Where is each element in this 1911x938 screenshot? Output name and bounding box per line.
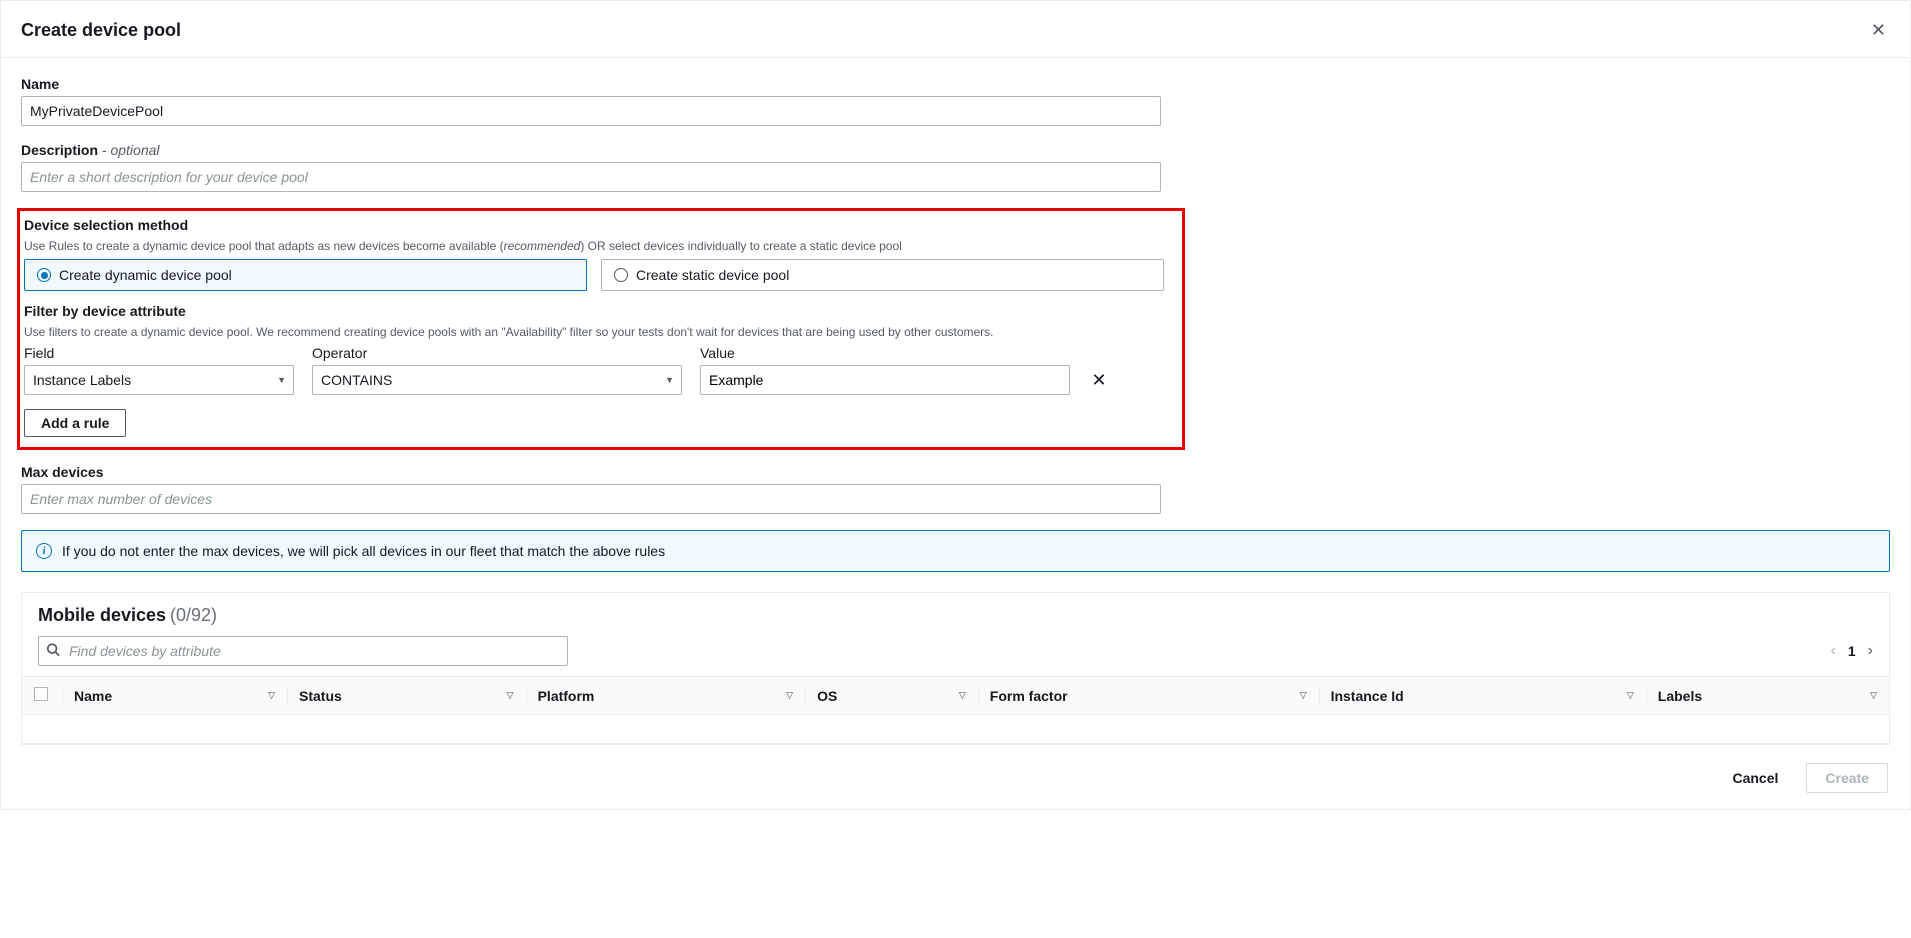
info-bar: i If you do not enter the max devices, w… [21,530,1890,572]
cancel-button[interactable]: Cancel [1714,763,1796,793]
add-rule-button[interactable]: Add a rule [24,409,126,437]
field-value: Instance Labels [33,372,131,388]
col-status[interactable]: Status▽ [287,677,526,715]
max-devices-label: Max devices [21,464,104,480]
operator-select[interactable]: CONTAINS ▼ [312,365,682,395]
radio-dynamic-label: Create dynamic device pool [59,267,232,283]
radio-row: Create dynamic device pool Create static… [24,259,1164,291]
create-device-pool-modal: Create device pool ✕ Name Description - … [0,0,1911,810]
field-col: Field Instance Labels ▼ [24,345,294,395]
device-selection-block: Device selection method Use Rules to cre… [24,217,1182,291]
info-icon: i [36,543,52,559]
sort-icon: ▽ [268,690,275,701]
devices-header-row: Name▽ Status▽ Platform▽ OS▽ Form factor▽… [22,677,1889,715]
name-label: Name [21,76,59,92]
sort-icon: ▽ [1627,690,1634,701]
col-form-factor[interactable]: Form factor▽ [978,677,1319,715]
radio-static-label: Create static device pool [636,267,789,283]
create-button[interactable]: Create [1806,763,1888,793]
description-input[interactable] [21,162,1161,192]
close-icon[interactable]: ✕ [1867,17,1890,43]
operator-col: Operator CONTAINS ▼ [312,345,682,395]
filter-block: Filter by device attribute Use filters t… [24,303,1182,437]
col-labels[interactable]: Labels▽ [1646,677,1889,715]
devices-toolbar: ‹ 1 › [22,636,1889,676]
modal-title: Create device pool [21,20,181,41]
radio-icon [614,268,628,282]
value-input[interactable] [700,365,1070,395]
table-row [22,715,1889,744]
pager: ‹ 1 › [1831,642,1873,660]
filter-row: Field Instance Labels ▼ Operator CONTAIN… [24,345,1164,395]
description-label: Description [21,142,98,158]
devices-title: Mobile devices [38,605,166,625]
radio-dynamic-pool[interactable]: Create dynamic device pool [24,259,587,291]
remove-rule-icon[interactable]: ✕ [1088,370,1110,395]
device-selection-title: Device selection method [24,217,188,233]
radio-icon [37,268,51,282]
field-label: Field [24,345,294,361]
caret-down-icon: ▼ [277,375,286,385]
operator-value: CONTAINS [321,372,392,388]
field-select[interactable]: Instance Labels ▼ [24,365,294,395]
sort-icon: ▽ [1870,690,1877,701]
checkbox-icon [34,687,48,701]
col-name[interactable]: Name▽ [62,677,287,715]
devices-search-input[interactable] [38,636,568,666]
sort-icon: ▽ [507,690,514,701]
col-instance-id[interactable]: Instance Id▽ [1319,677,1646,715]
description-field-block: Description - optional [21,142,1890,192]
mobile-devices-panel: Mobile devices (0/92) ‹ 1 › [21,592,1890,745]
max-devices-block: Max devices [21,464,1890,514]
sort-icon: ▽ [1300,690,1307,701]
devices-search-wrap [38,636,568,666]
optional-tag: - optional [98,142,159,158]
col-platform[interactable]: Platform▽ [526,677,805,715]
devices-header: Mobile devices (0/92) [22,593,1889,636]
devices-table: Name▽ Status▽ Platform▽ OS▽ Form factor▽… [22,676,1889,744]
sort-icon: ▽ [786,690,793,701]
col-os[interactable]: OS▽ [805,677,978,715]
sort-icon: ▽ [959,690,966,701]
info-text: If you do not enter the max devices, we … [62,543,665,559]
hint-em: recommended [504,239,581,253]
device-selection-hint: Use Rules to create a dynamic device poo… [24,239,1182,253]
modal-header: Create device pool ✕ [1,1,1910,58]
value-col: Value [700,345,1070,395]
highlighted-region: Device selection method Use Rules to cre… [17,208,1185,450]
modal-footer: Cancel Create [1,745,1910,809]
hint-pre: Use Rules to create a dynamic device poo… [24,239,504,253]
hint-post: ) OR select devices individually to crea… [580,239,902,253]
max-devices-input[interactable] [21,484,1161,514]
devices-count: (0/92) [170,605,217,625]
pager-current: 1 [1848,643,1856,659]
pager-next-icon[interactable]: › [1868,642,1873,660]
select-all-header[interactable] [22,677,62,715]
name-field-block: Name [21,76,1890,126]
search-icon [46,643,60,660]
operator-label: Operator [312,345,682,361]
caret-down-icon: ▼ [665,375,674,385]
name-input[interactable] [21,96,1161,126]
radio-static-pool[interactable]: Create static device pool [601,259,1164,291]
value-label: Value [700,345,1070,361]
filter-title: Filter by device attribute [24,303,186,319]
filter-hint: Use filters to create a dynamic device p… [24,325,1182,339]
pager-prev-icon[interactable]: ‹ [1831,642,1836,660]
